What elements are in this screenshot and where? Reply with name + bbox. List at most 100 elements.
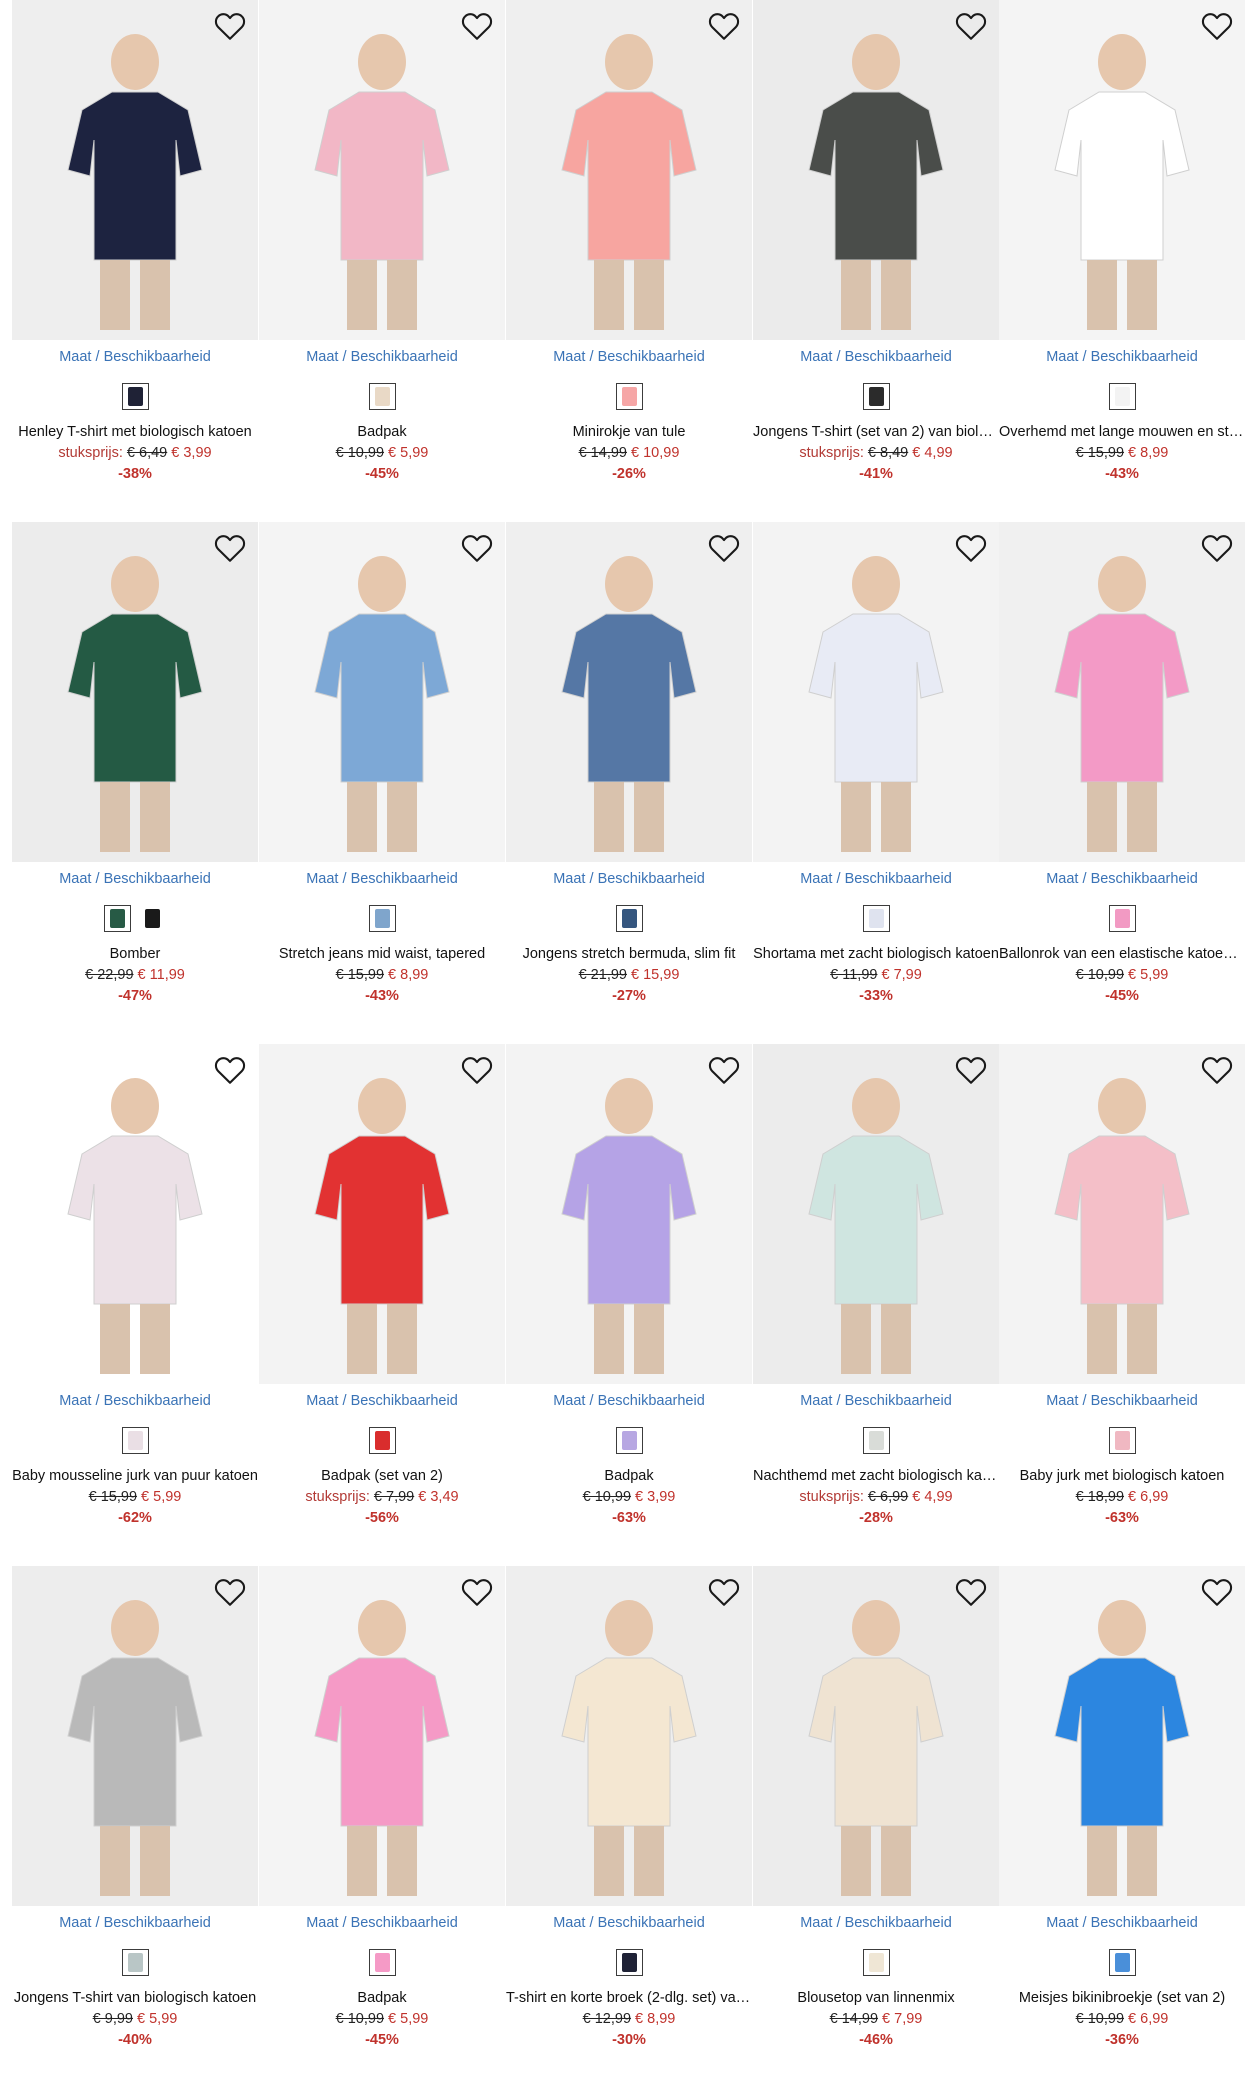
color-swatch[interactable] [862,1949,890,1976]
size-label[interactable]: Maat [553,1915,585,1931]
size-label[interactable]: Maat [553,871,585,887]
product-name[interactable]: Badpak [259,1990,505,2006]
product-card[interactable]: Maat / Beschikbaarheid Bomber € 22,99 € 11… [12,522,258,1022]
availability-label[interactable]: Beschikbaarheid [598,349,705,365]
availability-label[interactable]: Beschikbaarheid [845,1915,952,1931]
size-label[interactable]: Maat [306,1915,338,1931]
product-card[interactable]: Maat / Beschikbaarheid Jongens T-shirt va… [12,1566,258,2066]
product-card[interactable]: Maat / Beschikbaarheid Badpak (set van 2)… [259,1044,505,1544]
size-availability-link[interactable]: Maat / Beschikbaarheid [259,1393,505,1409]
size-availability-link[interactable]: Maat / Beschikbaarheid [12,349,258,365]
availability-label[interactable]: Beschikbaarheid [104,1915,211,1931]
color-swatch[interactable] [368,1949,396,1976]
favorite-heart-icon[interactable] [1199,530,1235,566]
color-swatch[interactable] [368,905,396,932]
product-name[interactable]: T-shirt en korte broek (2-dlg. set) van … [506,1990,752,2006]
product-name[interactable]: Minirokje van tule [506,424,752,440]
favorite-heart-icon[interactable] [459,1574,495,1610]
favorite-heart-icon[interactable] [1199,8,1235,44]
availability-label[interactable]: Beschikbaarheid [104,349,211,365]
color-swatch[interactable] [615,383,643,410]
favorite-heart-icon[interactable] [953,8,989,44]
product-card[interactable]: Maat / Beschikbaarheid Badpak € 10,99 € 5,… [259,1566,505,2066]
availability-label[interactable]: Beschikbaarheid [1091,349,1198,365]
product-name[interactable]: Baby jurk met biologisch katoen [999,1468,1245,1484]
size-label[interactable]: Maat [553,349,585,365]
size-label[interactable]: Maat [306,1393,338,1409]
favorite-heart-icon[interactable] [459,530,495,566]
color-swatch[interactable] [104,905,131,932]
availability-label[interactable]: Beschikbaarheid [1091,871,1198,887]
favorite-heart-icon[interactable] [212,1574,248,1610]
availability-label[interactable]: Beschikbaarheid [351,871,458,887]
product-card[interactable]: Maat / Beschikbaarheid Nachthemd met zach… [753,1044,999,1544]
size-availability-link[interactable]: Maat / Beschikbaarheid [12,1393,258,1409]
color-swatch[interactable] [1108,383,1136,410]
product-card[interactable]: Maat / Beschikbaarheid Badpak € 10,99 € 3,… [506,1044,752,1544]
color-swatch[interactable] [1108,1949,1136,1976]
size-label[interactable]: Maat [1046,1393,1078,1409]
size-label[interactable]: Maat [59,871,91,887]
product-image[interactable] [999,1044,1245,1384]
availability-label[interactable]: Beschikbaarheid [351,1915,458,1931]
product-card[interactable]: Maat / Beschikbaarheid Henley T-shirt met… [12,0,258,500]
favorite-heart-icon[interactable] [212,8,248,44]
product-image[interactable] [259,1566,505,1906]
product-card[interactable]: Maat / Beschikbaarheid Minirokje van tule… [506,0,752,500]
product-image[interactable] [753,1044,999,1384]
size-availability-link[interactable]: Maat / Beschikbaarheid [259,871,505,887]
favorite-heart-icon[interactable] [1199,1574,1235,1610]
product-image[interactable] [506,0,752,340]
size-label[interactable]: Maat [306,871,338,887]
product-name[interactable]: Badpak (set van 2) [259,1468,505,1484]
product-image[interactable] [753,522,999,862]
size-availability-link[interactable]: Maat / Beschikbaarheid [506,1915,752,1931]
size-label[interactable]: Maat [800,349,832,365]
color-swatch[interactable] [121,383,149,410]
size-label[interactable]: Maat [800,1915,832,1931]
availability-label[interactable]: Beschikbaarheid [598,871,705,887]
product-name[interactable]: Jongens T-shirt van biologisch katoen [12,1990,258,2006]
product-image[interactable] [506,1044,752,1384]
product-image[interactable] [506,522,752,862]
product-image[interactable] [999,1566,1245,1906]
favorite-heart-icon[interactable] [212,1052,248,1088]
size-label[interactable]: Maat [306,349,338,365]
product-image[interactable] [506,1566,752,1906]
size-label[interactable]: Maat [800,1393,832,1409]
color-swatch[interactable] [1108,1427,1136,1454]
availability-label[interactable]: Beschikbaarheid [104,1393,211,1409]
color-swatch[interactable] [615,1949,643,1976]
product-card[interactable]: Maat / Beschikbaarheid Badpak € 10,99 € 5,… [259,0,505,500]
color-swatch[interactable] [1108,905,1136,932]
product-card[interactable]: Maat / Beschikbaarheid Shortama met zacht… [753,522,999,1022]
product-image[interactable] [753,0,999,340]
size-label[interactable]: Maat [1046,349,1078,365]
size-label[interactable]: Maat [59,1393,91,1409]
size-availability-link[interactable]: Maat / Beschikbaarheid [506,1393,752,1409]
product-image[interactable] [12,0,258,340]
product-name[interactable]: Badpak [506,1468,752,1484]
product-card[interactable]: Maat / Beschikbaarheid Stretch jeans mid … [259,522,505,1022]
size-availability-link[interactable]: Maat / Beschikbaarheid [999,349,1245,365]
size-availability-link[interactable]: Maat / Beschikbaarheid [753,1393,999,1409]
favorite-heart-icon[interactable] [459,1052,495,1088]
product-card[interactable]: Maat / Beschikbaarheid Jongens T-shirt (s… [753,0,999,500]
favorite-heart-icon[interactable] [706,1052,742,1088]
availability-label[interactable]: Beschikbaarheid [598,1915,705,1931]
size-label[interactable]: Maat [1046,871,1078,887]
color-swatch[interactable] [121,1427,149,1454]
color-swatch[interactable] [368,1427,396,1454]
product-image[interactable] [12,522,258,862]
availability-label[interactable]: Beschikbaarheid [1091,1915,1198,1931]
favorite-heart-icon[interactable] [459,8,495,44]
size-availability-link[interactable]: Maat / Beschikbaarheid [753,871,999,887]
size-label[interactable]: Maat [59,1915,91,1931]
size-label[interactable]: Maat [1046,1915,1078,1931]
product-image[interactable] [12,1566,258,1906]
size-availability-link[interactable]: Maat / Beschikbaarheid [999,1393,1245,1409]
availability-label[interactable]: Beschikbaarheid [1091,1393,1198,1409]
product-card[interactable]: Maat / Beschikbaarheid T-shirt en korte b… [506,1566,752,2066]
product-card[interactable]: Maat / Beschikbaarheid Baby mousseline ju… [12,1044,258,1544]
product-card[interactable]: Maat / Beschikbaarheid Blousetop van linn… [753,1566,999,2066]
